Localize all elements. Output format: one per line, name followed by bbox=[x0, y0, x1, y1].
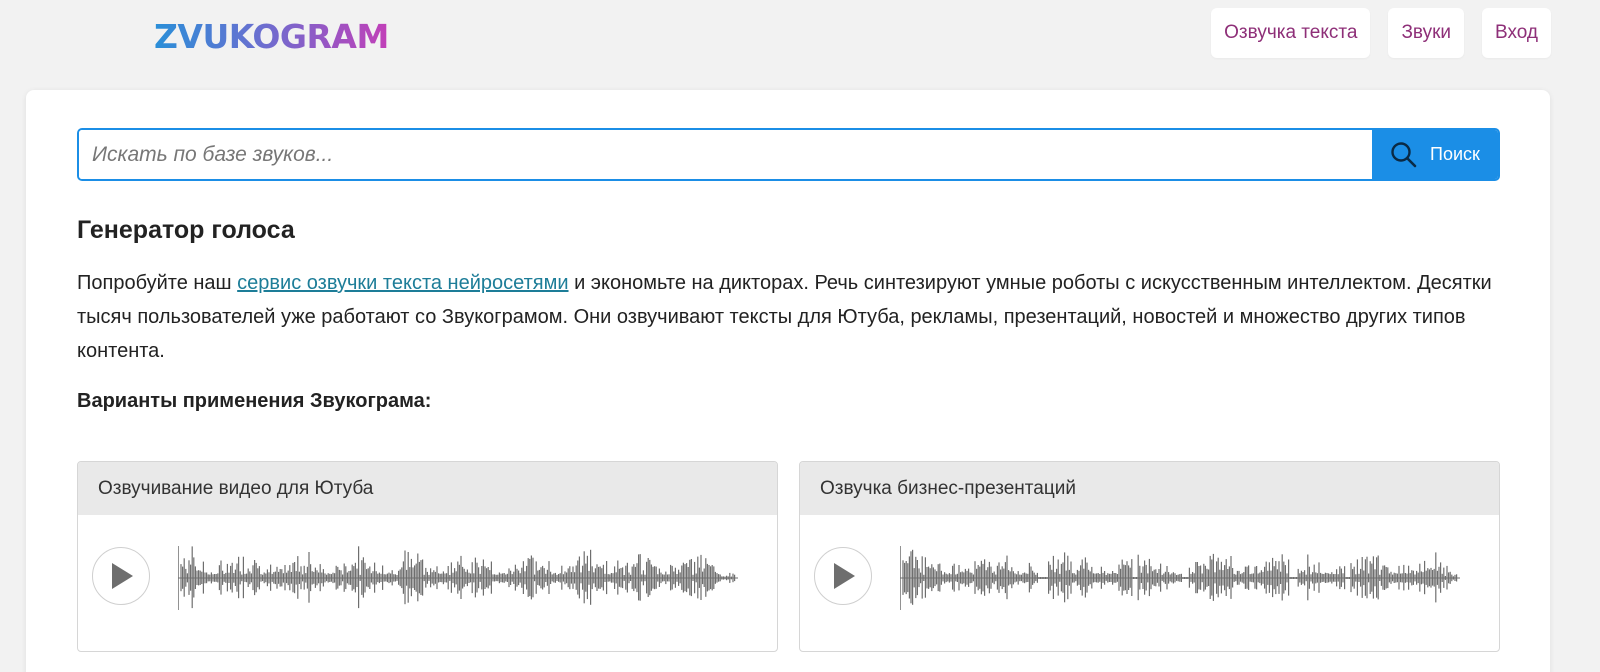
search-bar: Поиск bbox=[77, 128, 1500, 181]
sound-wave-logo-icon bbox=[32, 8, 147, 64]
sample-title: Озвучка бизнес-презентаций bbox=[800, 462, 1499, 515]
sample-card-presentations: Озвучка бизнес-презентаций bbox=[799, 461, 1500, 652]
logo-text: ZVUKOGRAM bbox=[154, 16, 389, 56]
main-card: Поиск Генератор голоса Попробуйте наш се… bbox=[26, 90, 1550, 672]
nav-text-to-speech-button[interactable]: Озвучка текста bbox=[1211, 8, 1371, 58]
search-icon bbox=[1391, 141, 1417, 167]
intro-paragraph: Попробуйте наш сервис озвучки текста ней… bbox=[77, 266, 1507, 368]
sample-player bbox=[78, 515, 777, 651]
play-icon bbox=[112, 563, 133, 589]
nav-login-button[interactable]: Вход bbox=[1482, 8, 1551, 58]
intro-text-prefix: Попробуйте наш bbox=[77, 272, 238, 294]
tts-service-link[interactable]: сервис озвучки текста нейросетями bbox=[237, 272, 568, 294]
search-button-label: Поиск bbox=[1430, 144, 1480, 164]
search-button[interactable]: Поиск bbox=[1372, 130, 1498, 179]
sample-player bbox=[800, 515, 1499, 651]
play-button[interactable] bbox=[814, 547, 872, 605]
top-nav: Озвучка текста Звуки Вход bbox=[1211, 8, 1551, 58]
play-icon bbox=[834, 563, 855, 589]
waveform[interactable] bbox=[178, 543, 740, 613]
search-input[interactable] bbox=[79, 130, 1372, 179]
sample-card-youtube: Озвучивание видео для Ютуба bbox=[77, 461, 778, 652]
use-cases-heading: Варианты применения Звукограма: bbox=[77, 390, 432, 412]
header: ZVUKOGRAM Озвучка текста Звуки Вход bbox=[0, 0, 1600, 80]
page-title: Генератор голоса bbox=[77, 216, 295, 244]
nav-sounds-button[interactable]: Звуки bbox=[1388, 8, 1465, 58]
play-button[interactable] bbox=[92, 547, 150, 605]
sample-title: Озвучивание видео для Ютуба bbox=[78, 462, 777, 515]
logo[interactable]: ZVUKOGRAM bbox=[32, 8, 389, 64]
waveform[interactable] bbox=[900, 543, 1462, 613]
